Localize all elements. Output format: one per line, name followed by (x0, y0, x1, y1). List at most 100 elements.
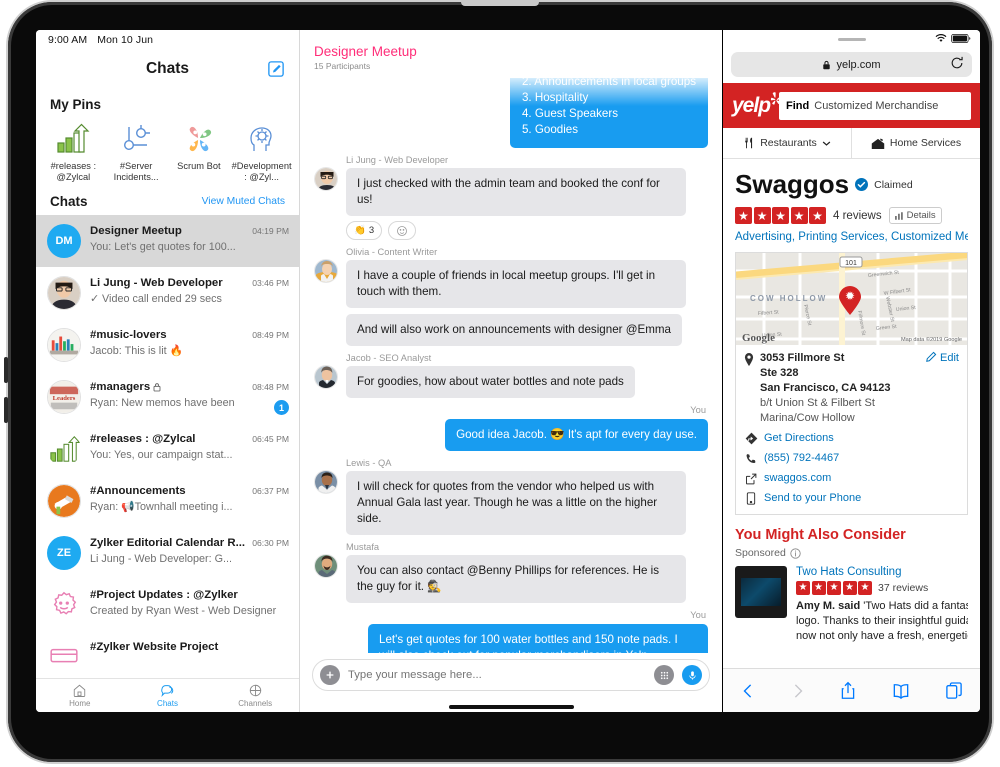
message-bubble[interactable]: For goodies, how about water bottles and… (346, 366, 635, 398)
review-count: 4 reviews (833, 209, 882, 222)
volume-down-button[interactable] (4, 397, 8, 423)
message-bubble[interactable]: You can also contact @Benny Phillips for… (346, 555, 686, 603)
address-bar[interactable]: yelp.com (731, 52, 972, 77)
chat-row-zylker-editorial[interactable]: ZE Zylker Editorial Calendar R... Li Jun… (36, 527, 299, 579)
view-muted-chats-link[interactable]: View Muted Chats (202, 196, 285, 207)
tab-channels[interactable]: Channels (211, 679, 299, 712)
pin-item-development[interactable]: #Development : @Zyl... (230, 120, 293, 183)
message-input[interactable] (348, 669, 646, 681)
home-indicator[interactable] (300, 701, 722, 712)
category-restaurants[interactable]: Restaurants (723, 128, 852, 158)
house-tools-icon (871, 137, 885, 150)
business-name-row: Swaggos Claimed (735, 169, 968, 200)
clap-emoji: 👏 (354, 225, 366, 236)
message-list[interactable]: 1. Book conference hall in A block 2. An… (300, 78, 722, 653)
yelp-logo[interactable]: yelp (732, 91, 782, 118)
reload-icon[interactable] (950, 56, 964, 70)
tab-home[interactable]: Home (36, 679, 124, 712)
composer-box[interactable] (312, 659, 710, 691)
reaction-row[interactable]: 👏 3 (346, 221, 708, 240)
pin-item-scrum-bot[interactable]: Scrum Bot (168, 120, 231, 183)
sponsored-label: Sponsored (735, 547, 786, 559)
pin-label: #releases : @Zylcal (50, 161, 97, 182)
sponsored-item[interactable]: Two Hats Consulting ★ ★ ★ ★ ★ 37 reviews (735, 566, 968, 644)
verified-check-icon (855, 178, 869, 191)
tab-chats[interactable]: Chats (124, 679, 212, 712)
compose-icon[interactable] (267, 60, 285, 78)
yelp-category-bar[interactable]: Restaurants Home Services (723, 128, 980, 159)
link-website[interactable]: swaggos.com (744, 471, 959, 486)
yelp-logo-text: yelp (732, 93, 771, 117)
map-image[interactable]: 101 COW HOLLOW Greenwich St W Filbert St… (736, 253, 967, 345)
address-cross-street: b/t Union St & Filbert St (760, 397, 875, 409)
info-icon[interactable] (790, 547, 801, 559)
chat-row-designer-meetup[interactable]: DM Designer Meetup You: Let's get quotes… (36, 215, 299, 267)
chat-row-project-updates[interactable]: #Project Updates : @Zylker Created by Ry… (36, 579, 299, 631)
message-bubble[interactable]: Good idea Jacob. 😎 It's apt for every da… (445, 419, 708, 451)
cliq-app: 9:00 AM Mon 10 Jun Chats My Pins #releas… (36, 30, 722, 712)
avatar: DM (47, 224, 81, 258)
link-get-directions[interactable]: Get Directions (744, 431, 959, 446)
business-categories[interactable]: Advertising, Printing Services, Customiz… (735, 231, 968, 243)
star-icon: ★ (842, 581, 857, 595)
chat-row-announcements[interactable]: #Announcements Ryan: 📢Townhall meeting i… (36, 475, 299, 527)
details-button[interactable]: Details (888, 207, 942, 224)
outgoing-label: You (690, 405, 706, 415)
chats-section-bar: Chats View Muted Chats (36, 189, 299, 215)
add-reaction-icon[interactable] (388, 221, 417, 240)
pins-row: #releases : @Zylcal #Server Incidents... (36, 118, 299, 189)
chat-row-zylker-website[interactable]: #Zylker Website Project (36, 631, 299, 678)
chat-row-releases[interactable]: #releases : @Zylcal You: Yes, our campai… (36, 423, 299, 475)
edit-label: Edit (940, 352, 959, 364)
bottom-tab-bar[interactable]: Home Chats Channels (36, 678, 299, 712)
microphone-icon[interactable] (682, 665, 702, 685)
message-bubble[interactable]: I will check for quotes from the vendor … (346, 471, 686, 535)
chat-row-li-jung[interactable]: Li Jung - Web Developer ✓ Video call end… (36, 267, 299, 319)
plus-icon[interactable] (320, 665, 340, 685)
chat-rows[interactable]: DM Designer Meetup You: Let's get quotes… (36, 215, 299, 678)
mobile-icon (744, 492, 758, 505)
pin-label: #Development : @Zyl... (231, 161, 292, 182)
map-pin-icon (744, 351, 760, 426)
safari-toolbar[interactable] (723, 668, 980, 712)
message-bubble[interactable]: I have a couple of friends in local meet… (346, 260, 686, 308)
lock-icon (822, 60, 831, 70)
sponsored-title[interactable]: Two Hats Consulting (796, 566, 968, 578)
message-bubble[interactable]: 1. Book conference hall in A block 2. An… (509, 78, 708, 148)
chat-row-preview: You: Let's get quotes for 100... (90, 241, 236, 253)
avatar (47, 484, 81, 518)
chat-row-time: 06:30 PM (252, 538, 289, 548)
forward-chevron-icon (791, 682, 805, 700)
apps-grid-icon[interactable] (654, 665, 674, 685)
chat-row-music-lovers[interactable]: #music-lovers Jacob: This is lit 🔥 08:49… (36, 319, 299, 371)
chat-row-managers[interactable]: Leaders #managers Ryan: New memos have b… (36, 371, 299, 423)
reaction-pill-clap[interactable]: 👏 3 (346, 221, 383, 240)
star-rating: ★ ★ ★ ★ ★ (735, 207, 826, 224)
yelp-header: yelp Find Customized Merchandise (723, 83, 980, 128)
chevron-down-icon (822, 140, 831, 147)
svg-text:✹: ✹ (845, 289, 855, 303)
yelp-search-field[interactable]: Find Customized Merchandise (779, 91, 971, 120)
link-phone[interactable]: (855) 792-4467 (744, 451, 959, 466)
message-bubble[interactable]: I just checked with the admin team and b… (346, 168, 686, 216)
bookmarks-icon[interactable] (892, 683, 910, 699)
category-home-services[interactable]: Home Services (852, 128, 980, 158)
status-time: 9:00 AM (48, 34, 88, 46)
map-card[interactable]: 101 COW HOLLOW Greenwich St W Filbert St… (735, 252, 968, 515)
message-bubble[interactable]: Let's get quotes for 100 water bottles a… (368, 624, 708, 653)
pin-item-releases[interactable]: #releases : @Zylcal (42, 120, 105, 183)
volume-up-button[interactable] (4, 357, 8, 383)
split-view-grabber[interactable] (837, 38, 866, 41)
link-send-to-phone[interactable]: Send to your Phone (744, 491, 959, 506)
back-chevron-icon[interactable] (741, 682, 755, 700)
sponsored-label-row: Sponsored (735, 547, 968, 559)
conversation-title[interactable]: Designer Meetup (314, 44, 722, 59)
address-line2: Ste 328 (760, 367, 799, 379)
tabs-icon[interactable] (946, 681, 962, 700)
message-bubble[interactable]: And will also work on announcements with… (346, 314, 682, 346)
edit-address-button[interactable]: Edit (926, 351, 959, 426)
quote-line: 'Two Hats did a fantastic job on our (863, 600, 968, 612)
star-icon: ★ (790, 207, 808, 224)
pin-item-server-incidents[interactable]: #Server Incidents... (105, 120, 168, 183)
share-icon[interactable] (840, 681, 856, 700)
